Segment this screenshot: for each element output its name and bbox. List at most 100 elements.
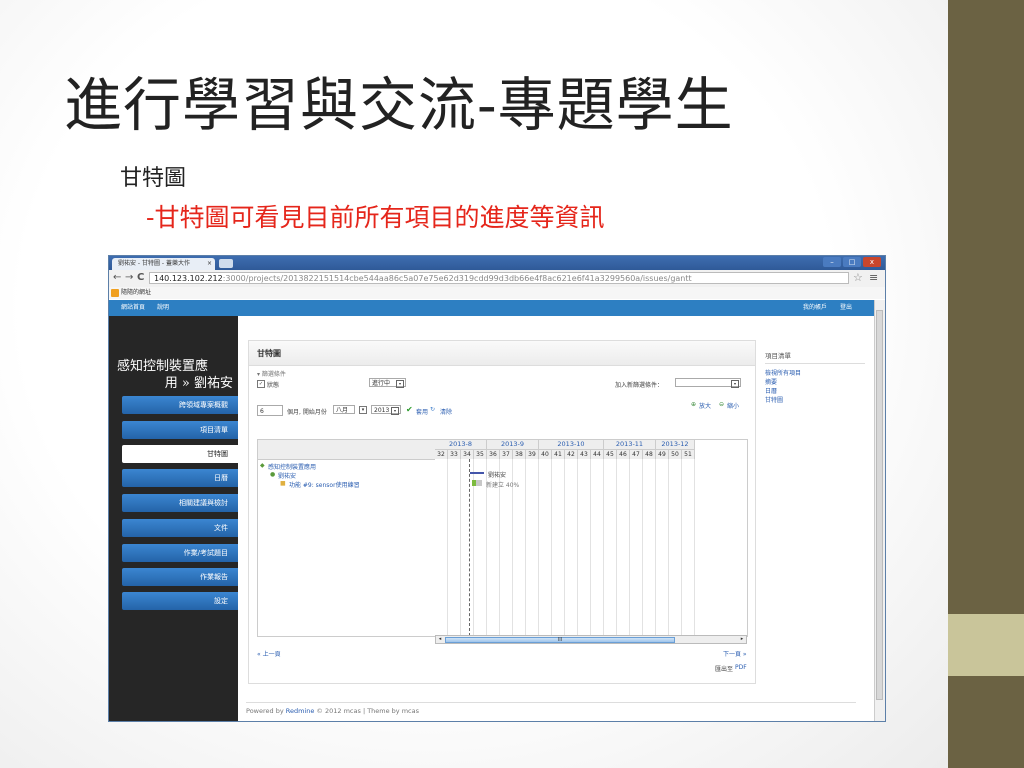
gantt-issue-bar-label: 新建立 40% — [486, 482, 520, 489]
gantt-week-header: 41 — [552, 449, 565, 459]
page-vertical-scrollbar[interactable] — [874, 300, 885, 721]
scroll-thumb[interactable]: III — [445, 637, 675, 643]
new-tab-button[interactable] — [219, 259, 233, 268]
link-all-issues[interactable]: 檢視所有項目 — [765, 368, 865, 377]
url-path: :3000/projects/2013822151514cbe544aa86c5… — [222, 274, 692, 283]
nav-my-account-link[interactable]: 我的帳戶 — [803, 300, 827, 316]
browser-menu-icon[interactable]: ≡ — [869, 271, 878, 284]
link-calendar[interactable]: 日曆 — [765, 386, 865, 395]
gantt-week-header: 35 — [474, 449, 487, 459]
scroll-right-icon[interactable]: ▸ — [738, 636, 746, 643]
gantt-week-header: 48 — [643, 449, 656, 459]
minimize-button[interactable]: – — [823, 257, 841, 267]
close-window-button[interactable]: x — [863, 257, 881, 267]
apply-link[interactable]: 套用 — [416, 407, 428, 416]
slide-side-accent — [948, 614, 1024, 676]
month-select[interactable]: 八月 — [333, 405, 355, 414]
browser-tab[interactable]: 劉祐安 - 甘特圖 - 蓋樂大作 × — [112, 258, 215, 270]
gantt-week-header: 36 — [487, 449, 500, 459]
chevron-down-icon: ▾ — [391, 407, 399, 415]
address-bar[interactable]: 140.123.102.212:3000/projects/2013822151… — [149, 272, 849, 284]
gantt-week-header: 33 — [448, 449, 461, 459]
gantt-issue-bar[interactable] — [472, 480, 482, 486]
tree-issue-link[interactable]: 功能 #9: sensor使用練習 — [289, 480, 360, 489]
browser-screenshot: 劉祐安 - 甘特圖 - 蓋樂大作 × – □ x ← → C 140.123.1… — [108, 255, 886, 722]
months-input[interactable]: 6 — [257, 405, 283, 416]
gantt-panel-header: 甘特圖 — [249, 341, 755, 366]
prev-page-link[interactable]: « 上一頁 — [257, 649, 281, 658]
gantt-grid-line — [577, 459, 578, 636]
link-gantt[interactable]: 甘特圖 — [765, 395, 865, 404]
zoom-out-link[interactable]: 縮小 — [727, 401, 739, 410]
clear-link[interactable]: 清除 — [440, 407, 452, 416]
project-title-line2: 用 » 劉祐安 — [164, 376, 233, 391]
browser-titlebar: 劉祐安 - 甘特圖 - 蓋樂大作 × – □ x — [109, 256, 885, 270]
bookmark-item[interactable]: 隨隨的網址 — [121, 289, 151, 296]
gantt-panel: 甘特圖 ▾ 篩選條件 ✓ 狀態 進行中 ▾ 加入新篩選條件： ▾ 6 個月, 開始… — [248, 340, 756, 684]
sidebar-item-assignments[interactable]: 作業/考試題目 — [122, 544, 238, 562]
sidebar-item-feedback[interactable]: 相關建議與檢討 — [122, 494, 238, 512]
bookmark-star-icon[interactable]: ☆ — [853, 271, 863, 284]
clear-icon: ↻ — [430, 406, 436, 413]
sidebar-item-overview[interactable]: 跨領域專案概觀 — [122, 396, 238, 414]
year-select[interactable]: 2013 ▾ — [371, 405, 401, 415]
reload-icon[interactable]: C — [137, 272, 144, 283]
footer-prefix: Powered by — [246, 707, 286, 715]
status-select-value: 進行中 — [372, 380, 391, 387]
sidebar-item-gantt[interactable]: 甘特圖 — [122, 445, 238, 463]
gantt-week-header: 42 — [565, 449, 578, 459]
gantt-grid-line — [642, 459, 643, 636]
month-select-value: 八月 — [336, 407, 349, 414]
scroll-left-icon[interactable]: ◂ — [436, 636, 444, 643]
gantt-week-header: 38 — [513, 449, 526, 459]
issues-sidebar-heading: 項目清單 — [765, 350, 865, 364]
gantt-grid-line — [694, 459, 695, 636]
chevron-down-icon: ▾ — [731, 380, 739, 388]
nav-logout-link[interactable]: 登出 — [840, 300, 852, 316]
gantt-subject-column: ◆ 感知控制裝置應用 ● 劉祐安 ■ 功能 #9: sensor使用練習 — [257, 439, 437, 637]
next-page-link[interactable]: 下一頁 » — [723, 649, 747, 658]
url-host: 140.123.102.212 — [154, 274, 223, 283]
back-icon[interactable]: ← — [113, 272, 121, 283]
issues-sidebar: 項目清單 檢視所有項目 摘要 日曆 甘特圖 — [765, 340, 865, 404]
sidebar-item-documents[interactable]: 文件 — [122, 519, 238, 537]
forward-icon[interactable]: → — [125, 272, 133, 283]
footer-redmine-link[interactable]: Redmine — [286, 707, 315, 715]
zoom-in-icon: ⊕ — [691, 401, 697, 408]
gantt-week-header: 45 — [604, 449, 617, 459]
gantt-month-header: 2013-10 — [539, 440, 604, 449]
page-scroll-thumb[interactable] — [876, 310, 883, 700]
apply-check-icon: ✔ — [406, 405, 413, 414]
status-checkbox[interactable]: ✓ — [257, 380, 265, 388]
sidebar-item-issues[interactable]: 項目清單 — [122, 421, 238, 439]
nav-home-link[interactable]: 網站首頁 — [121, 300, 145, 316]
maximize-button[interactable]: □ — [843, 257, 861, 267]
chevron-down-icon[interactable]: ▾ — [359, 406, 367, 414]
gantt-issue-progress — [472, 480, 476, 486]
gantt-today-line — [469, 459, 470, 636]
main-content: 甘特圖 ▾ 篩選條件 ✓ 狀態 進行中 ▾ 加入新篩選條件： ▾ 6 個月, 開始… — [238, 316, 872, 721]
gantt-grid-line — [538, 459, 539, 636]
sidebar-item-settings[interactable]: 設定 — [122, 592, 238, 610]
gantt-user-bar[interactable] — [470, 472, 484, 474]
filter-legend[interactable]: ▾ 篩選條件 — [257, 369, 286, 378]
gantt-week-header: 51 — [682, 449, 695, 459]
status-select[interactable]: 進行中 ▾ — [369, 378, 406, 388]
tab-close-icon[interactable]: × — [207, 258, 212, 270]
export-pdf-link[interactable]: PDF — [735, 664, 747, 671]
add-filter-select[interactable]: ▾ — [675, 378, 741, 388]
zoom-in-link[interactable]: 放大 — [699, 401, 711, 410]
tree-project-link[interactable]: 感知控制裝置應用 — [268, 462, 316, 471]
gantt-grid-line — [629, 459, 630, 636]
user-icon: ● — [270, 471, 276, 478]
sidebar-item-calendar[interactable]: 日曆 — [122, 469, 238, 487]
status-label: 狀態 — [267, 382, 280, 389]
sidebar-item-reports[interactable]: 作業報告 — [122, 568, 238, 586]
gantt-grid-line — [460, 459, 461, 636]
tree-user-link[interactable]: 劉祐安 — [278, 471, 296, 480]
link-summary[interactable]: 摘要 — [765, 377, 865, 386]
project-title: 感知控制裝置應 用 » 劉祐安 — [117, 358, 233, 392]
gantt-horizontal-scrollbar[interactable]: ◂ III ▸ — [435, 635, 747, 644]
nav-help-link[interactable]: 說明 — [157, 300, 169, 316]
gantt-grid-line — [616, 459, 617, 636]
